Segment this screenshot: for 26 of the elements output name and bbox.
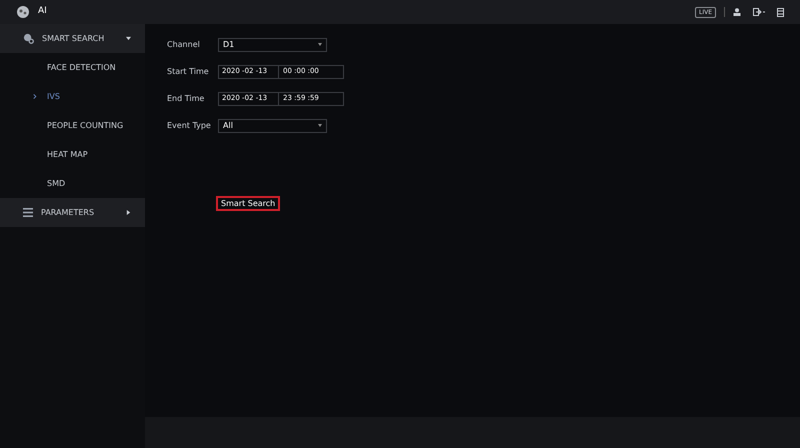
caret-icon [126,210,131,215]
sidebar-item[interactable]: HEAT MAP [0,140,145,169]
field-label: End Time [167,92,206,104]
smart-search-button[interactable]: Smart Search [216,196,280,211]
logo-icon [16,5,30,19]
search-icon [23,33,34,44]
chevron-icon [33,94,37,99]
logout-icon[interactable] [753,8,765,16]
caret-icon [318,124,322,127]
sidebar-item[interactable]: SMD [0,169,145,198]
field-label: Channel [167,38,201,50]
user-icon[interactable] [733,8,741,16]
field-label: Event Type [167,120,212,132]
dropdown[interactable]: D1 [218,38,327,52]
sidebar-item[interactable]: IVS [0,82,145,111]
sidebar-group[interactable]: PARAMETERS [0,198,145,227]
window-title: AI [38,5,47,18]
menu-grid-icon[interactable] [777,8,784,16]
sidebar-group[interactable]: SMART SEARCH [0,24,145,53]
list-icon [23,208,33,217]
sidebar-item[interactable]: PEOPLE COUNTING [0,111,145,140]
caret-icon [318,43,322,46]
dropdown[interactable]: All [218,118,327,132]
caret-icon [126,36,131,41]
field-label: Start Time [167,66,210,78]
sidebar-item[interactable]: FACE DETECTION [0,53,145,82]
